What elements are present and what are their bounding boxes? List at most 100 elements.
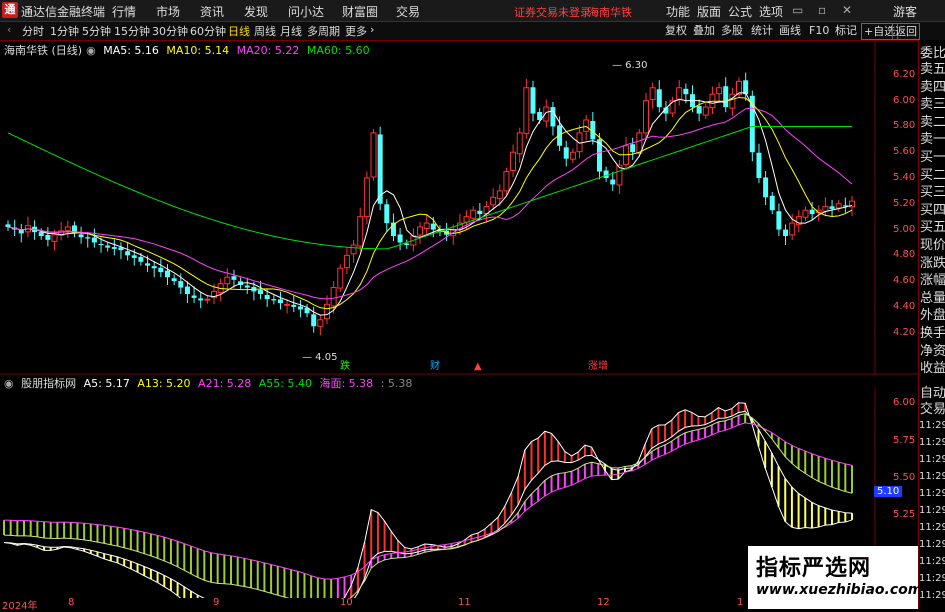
candle-body	[337, 267, 344, 289]
tab-timeshare[interactable]: 分时	[22, 23, 44, 39]
candle-body	[550, 107, 556, 127]
side-item[interactable]: 收益	[920, 361, 945, 376]
candle-body	[311, 314, 317, 327]
tab-more[interactable]: 更多	[345, 23, 367, 39]
trade-time: 11:29	[919, 454, 945, 465]
stats-button[interactable]: 统计	[749, 23, 775, 38]
side-item[interactable]: 卖二	[920, 115, 945, 130]
multi-stock-button[interactable]: 多股	[719, 23, 745, 38]
x-axis-label: 2024年	[2, 601, 38, 612]
menu-market[interactable]: 市场	[156, 3, 180, 20]
candle-body	[530, 87, 536, 114]
menu-options[interactable]: 选项	[759, 3, 783, 20]
more-chevron-icon[interactable]: ›	[370, 23, 374, 36]
tab-daily[interactable]: 日线	[228, 23, 250, 39]
side-item[interactable]: 卖四	[920, 80, 945, 95]
side-item[interactable]: 买五	[920, 220, 945, 235]
collapse-arrow-icon[interactable]: ‹	[7, 23, 11, 36]
candle-body	[583, 119, 590, 132]
current-value-badge: 5.10	[874, 486, 903, 497]
menu-news[interactable]: 资讯	[200, 3, 224, 20]
candle-body	[184, 286, 190, 294]
menu-trade[interactable]: 交易	[396, 3, 420, 20]
candle-body	[776, 211, 782, 230]
mark-button[interactable]: 标记	[833, 23, 859, 38]
low-price-label: — 4.05	[302, 352, 337, 363]
a21-line	[3, 413, 853, 598]
x-axis-label: 8	[68, 597, 75, 608]
ma20-line	[7, 107, 853, 300]
tab-15min[interactable]: 15分钟	[114, 23, 150, 39]
side-item[interactable]: 买一	[920, 150, 945, 165]
menu-ask[interactable]: 问小达	[288, 3, 324, 20]
main-y-tick: 4.20	[893, 326, 916, 338]
overlay-button[interactable]: 叠加	[691, 23, 717, 38]
guest-label[interactable]: 游客	[893, 3, 917, 20]
side-item[interactable]: 外盘	[920, 308, 945, 323]
main-y-tick: 6.00	[893, 94, 916, 106]
candlestick-chart[interactable]: — 6.30 — 4.05跌 财 ▲ 涨增	[0, 40, 918, 375]
tab-weekly[interactable]: 周线	[254, 23, 276, 39]
side-item[interactable]: 卖五	[920, 62, 945, 77]
tab-60min[interactable]: 60分钟	[190, 23, 226, 39]
f10-button[interactable]: F10	[807, 23, 831, 38]
draw-line-button[interactable]: 画线	[777, 23, 803, 38]
candle-body	[736, 80, 743, 95]
candle-body	[822, 205, 829, 212]
minimize-icon[interactable]: ▭	[792, 3, 803, 17]
candle-body	[829, 206, 835, 209]
menu-discover[interactable]: 发现	[244, 3, 268, 20]
candle-body	[171, 278, 177, 282]
haimian-line	[3, 422, 853, 580]
side-item[interactable]: 涨幅	[920, 273, 945, 288]
side-item-trade[interactable]: 交易	[920, 402, 945, 417]
side-item[interactable]: 净资	[920, 344, 945, 359]
side-item[interactable]: 卖三	[920, 97, 945, 112]
period-tab-bar: ‹ 分时 1分钟 5分钟 15分钟 30分钟 60分钟 日线 周线 月线 多周期…	[0, 22, 945, 41]
candle-body	[789, 222, 796, 236]
menu-quotes[interactable]: 行情	[112, 3, 136, 20]
candle-body	[38, 232, 44, 236]
candle-body	[264, 295, 270, 300]
tab-multi-period[interactable]: 多周期	[307, 23, 340, 39]
side-item[interactable]: 买三	[920, 185, 945, 200]
tab-30min[interactable]: 30分钟	[152, 23, 188, 39]
candle-body	[64, 226, 71, 231]
candle-body	[723, 86, 729, 108]
candle-body	[198, 298, 204, 301]
tab-1min[interactable]: 1分钟	[50, 23, 79, 39]
trade-time: 11:29	[919, 488, 945, 499]
candle-body	[178, 281, 184, 288]
back-button[interactable]: 返回	[892, 23, 920, 40]
tab-monthly[interactable]: 月线	[280, 23, 302, 39]
candle-body	[696, 106, 702, 114]
adjust-button[interactable]: 复权	[663, 23, 689, 38]
watermark: 指标严选网 www.xuezhibiao.com	[748, 546, 922, 609]
side-item[interactable]: 换手	[920, 326, 945, 341]
menu-functions[interactable]: 功能	[666, 3, 690, 20]
menu-wealth[interactable]: 财富圈	[342, 3, 378, 20]
ma10-line	[7, 96, 853, 310]
side-item[interactable]: 买二	[920, 168, 945, 183]
side-item-trade[interactable]: 自动	[920, 386, 945, 401]
side-item[interactable]: 卖一	[920, 132, 945, 147]
side-item[interactable]: 买四	[920, 203, 945, 218]
side-item[interactable]: 涨跌	[920, 256, 945, 271]
side-weibi[interactable]: 委比	[920, 46, 945, 61]
main-y-tick: 5.00	[893, 223, 916, 235]
x-axis-label: 11	[458, 597, 471, 608]
event-marker: 涨增	[588, 359, 608, 372]
candle-body	[503, 171, 510, 192]
candle-body	[323, 303, 330, 320]
menu-formula[interactable]: 公式	[728, 3, 752, 20]
trade-time: 11:29	[919, 573, 945, 584]
side-item[interactable]: 现价	[920, 238, 945, 253]
menu-layout[interactable]: 版面	[697, 3, 721, 20]
side-item[interactable]: 总量	[920, 291, 945, 306]
close-icon[interactable]: ✕	[842, 3, 852, 17]
x-axis-label: 10	[340, 597, 353, 608]
tab-5min[interactable]: 5分钟	[82, 23, 111, 39]
trade-time: 11:29	[919, 522, 945, 533]
login-warning[interactable]: 证券交易未登录	[514, 4, 591, 20]
restore-icon[interactable]: ▫	[818, 3, 826, 17]
